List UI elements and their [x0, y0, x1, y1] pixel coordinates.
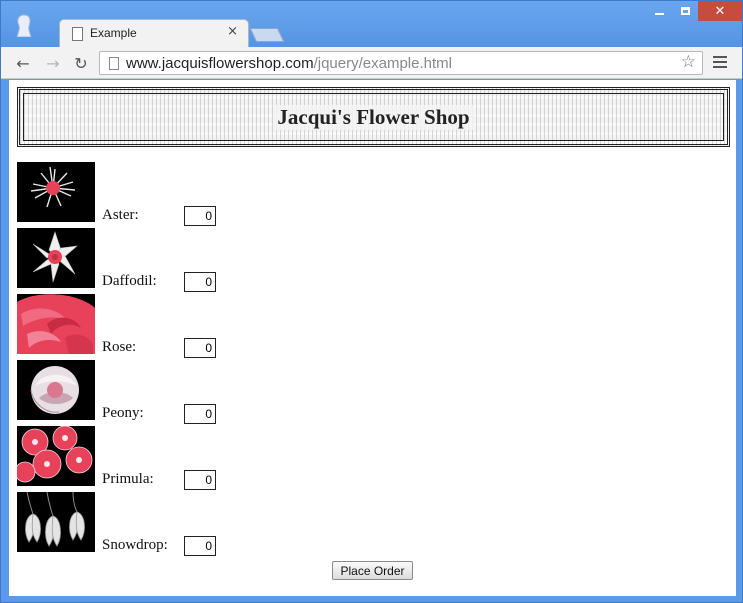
flower-label: Snowdrop:: [102, 537, 168, 553]
new-tab-button[interactable]: [249, 28, 285, 42]
place-order-button[interactable]: Place Order: [332, 561, 413, 580]
tab-title: Example: [90, 26, 137, 40]
close-window-button[interactable]: ✕: [698, 1, 742, 21]
primula-image: [17, 426, 95, 486]
back-button[interactable]: ←: [13, 53, 33, 73]
flower-row-daffodil: Daffodil:: [17, 228, 317, 292]
tab-example[interactable]: Example ×: [59, 19, 249, 47]
maximize-icon: [680, 7, 690, 15]
flower-row-rose: Rose:: [17, 294, 317, 358]
quantity-input-aster[interactable]: [184, 206, 216, 226]
peony-image: [17, 360, 95, 420]
maximize-button[interactable]: [672, 1, 698, 21]
flower-label: Primula:: [102, 471, 154, 487]
menu-icon[interactable]: [713, 56, 727, 70]
flower-label: Aster:: [102, 207, 139, 223]
window-controls: ✕: [646, 1, 742, 23]
quantity-input-daffodil[interactable]: [184, 272, 216, 292]
page-icon: [72, 27, 83, 41]
address-bar[interactable]: www.jacquisflowershop.com/jquery/example…: [99, 51, 703, 75]
quantity-input-peony[interactable]: [184, 404, 216, 424]
flower-label: Peony:: [102, 405, 144, 421]
page-icon: [109, 57, 119, 70]
browser-window: Example × ✕ ← → ↻ www.jacquisflowershop.…: [0, 0, 743, 603]
reload-button[interactable]: ↻: [71, 53, 91, 73]
url-text: www.jacquisflowershop.com/jquery/example…: [126, 55, 452, 72]
tab-close-icon[interactable]: ×: [227, 24, 238, 39]
snowdrop-image: [17, 492, 95, 552]
bookmark-star-icon[interactable]: ☆: [681, 52, 696, 72]
page-title: Jacqui's Flower Shop: [273, 104, 474, 130]
browser-toolbar: ← → ↻ www.jacquisflowershop.com/jquery/e…: [1, 47, 742, 79]
quantity-input-primula[interactable]: [184, 470, 216, 490]
url-path: /jquery/example.html: [313, 55, 452, 72]
daffodil-image: [17, 228, 95, 288]
flower-row-primula: Primula:: [17, 426, 317, 490]
flower-label: Rose:: [102, 339, 137, 355]
minimize-button[interactable]: [646, 1, 672, 21]
flower-row-snowdrop: Snowdrop:: [17, 492, 317, 556]
quantity-input-rose[interactable]: [184, 338, 216, 358]
aster-image: [17, 162, 95, 222]
flower-row-aster: Aster:: [17, 162, 317, 226]
title-bar: Example × ✕: [1, 1, 742, 47]
quantity-input-snowdrop[interactable]: [184, 536, 216, 556]
flower-label: Daffodil:: [102, 273, 157, 289]
rose-image: [17, 294, 95, 354]
url-host: www.jacquisflowershop.com: [126, 55, 314, 72]
page-header: Jacqui's Flower Shop: [17, 87, 730, 147]
profile-icon[interactable]: [15, 13, 33, 37]
flower-row-peony: Peony:: [17, 360, 317, 424]
page-content: Jacqui's Flower Shop Aster: 0 Daffodil: …: [9, 80, 736, 596]
minimize-icon: [654, 13, 664, 15]
forward-button[interactable]: →: [43, 53, 63, 73]
